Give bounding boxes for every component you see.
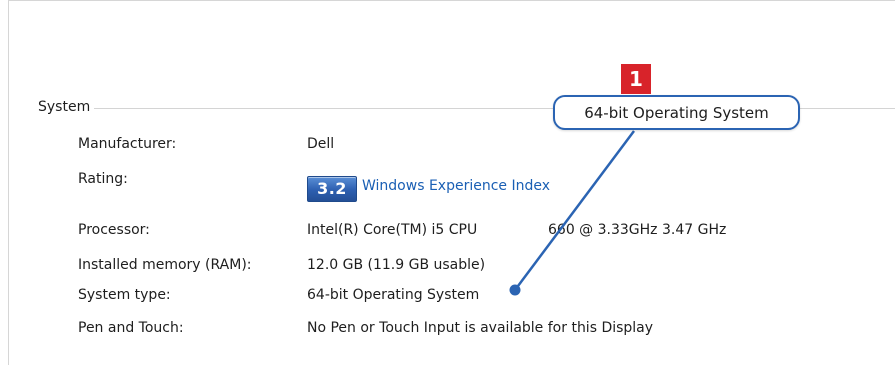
callout-pointer-line <box>509 130 636 296</box>
callout-number-badge: 1 <box>621 64 651 94</box>
callout-text: 64-bit Operating System <box>584 104 769 122</box>
callout-box: 64-bit Operating System <box>553 95 800 130</box>
callout-pointer-dot <box>509 284 521 296</box>
